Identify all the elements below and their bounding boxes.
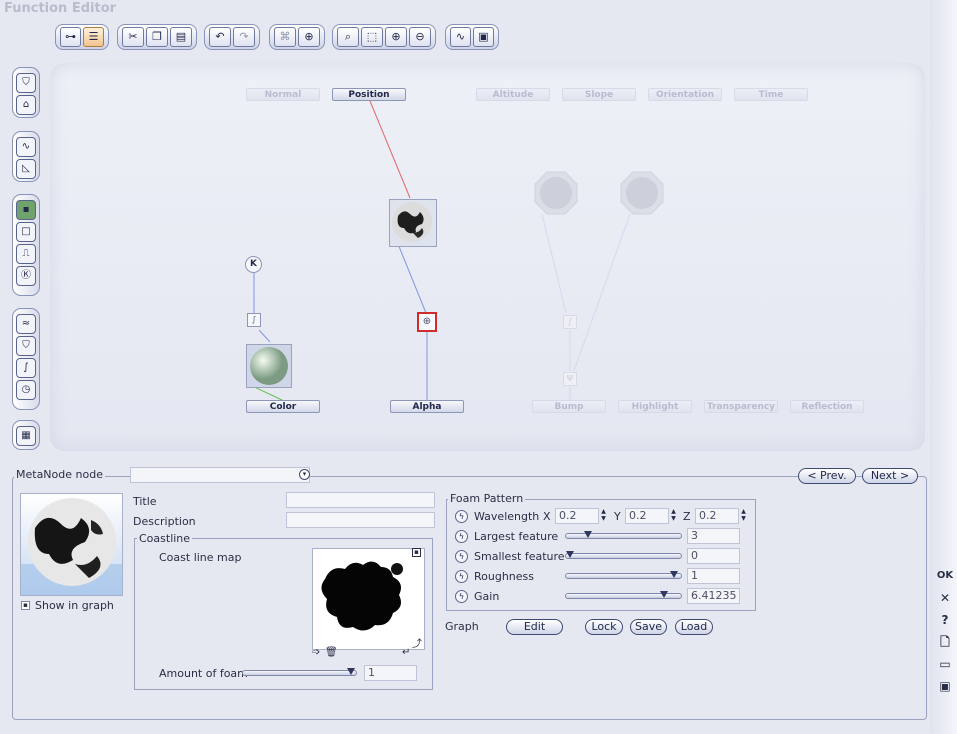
faint-filter-node[interactable]: Ψ — [563, 372, 577, 386]
output-pin-highlight[interactable]: Highlight — [618, 400, 692, 413]
wavelength-y-spinner[interactable]: ▲ ▼ — [670, 508, 677, 523]
output-pin-reflection[interactable]: Reflection — [790, 400, 864, 413]
coastline-group-title: Coastline — [137, 532, 193, 545]
description-input[interactable] — [286, 512, 435, 528]
faint-texture-node-1[interactable] — [533, 170, 579, 216]
gain-input[interactable]: 6.41235 — [687, 588, 740, 604]
wavelength-y-input[interactable]: 0.2 — [625, 508, 669, 524]
ok-button[interactable]: OK — [934, 565, 956, 587]
right-tools: OK ✕ ? 🗋 ▭ ▣ — [934, 565, 956, 697]
z-label: Z — [683, 510, 691, 523]
coast-line-map-image[interactable] — [312, 548, 425, 650]
foam-sphere-preview — [21, 498, 122, 595]
title-label: Title — [133, 495, 157, 508]
input-pin-altitude[interactable]: Altitude — [476, 88, 550, 101]
map-load-icon[interactable]: ➩ — [312, 647, 320, 658]
close-button[interactable]: ✕ — [934, 587, 956, 609]
map-options-icon[interactable]: ▪ — [412, 548, 421, 557]
chevron-down-icon[interactable]: ▾ — [299, 469, 310, 480]
input-pin-time[interactable]: Time — [734, 88, 808, 101]
save-disk-icon[interactable]: ▣ — [934, 675, 956, 697]
largest-feature-label: Largest feature — [474, 530, 559, 543]
slider-thumb[interactable] — [670, 571, 678, 578]
smallest-feature-label: Smallest feature — [474, 550, 565, 563]
help-button[interactable]: ? — [934, 609, 956, 631]
roughness-input[interactable]: 1 — [687, 568, 740, 584]
gain-lightning-icon[interactable]: ϟ — [455, 590, 468, 603]
link-position-to-texture — [369, 100, 411, 199]
trash-icon[interactable]: 🗑 — [325, 647, 338, 658]
smallest-feature-input[interactable]: 0 — [687, 548, 740, 564]
amount-of-foam-input[interactable]: 1 — [364, 665, 417, 681]
new-document-icon[interactable]: 🗋 — [934, 631, 956, 653]
x-label: X — [543, 510, 551, 523]
load-button[interactable]: Load — [675, 619, 713, 635]
prev-button[interactable]: < Prev. — [798, 468, 856, 484]
input-pin-slope[interactable]: Slope — [562, 88, 636, 101]
faint-texture-node-2[interactable] — [619, 170, 665, 216]
largest-feature-slider[interactable] — [565, 531, 682, 539]
roughness-label: Roughness — [474, 570, 535, 583]
constant-node[interactable]: K — [245, 256, 262, 273]
largest-feature-input[interactable]: 3 — [687, 528, 740, 544]
gain-slider[interactable] — [565, 591, 682, 599]
title-input[interactable] — [286, 492, 435, 508]
largest-feature-lightning-icon[interactable]: ϟ — [455, 530, 468, 543]
y-label: Y — [614, 510, 621, 523]
input-pin-orientation[interactable]: Orientation — [648, 88, 722, 101]
show-in-graph-label: Show in graph — [35, 599, 114, 612]
output-pin-color[interactable]: Color — [246, 400, 320, 413]
lock-button[interactable]: Lock — [585, 619, 623, 635]
coast-line-map-label: Coast line map — [159, 551, 242, 564]
output-pin-bump[interactable]: Bump — [532, 400, 606, 413]
link-func-to-sphere — [258, 329, 271, 343]
roughness-slider[interactable] — [565, 571, 682, 579]
faint-function-node[interactable]: ∫ — [563, 315, 577, 329]
slider-thumb[interactable] — [584, 531, 592, 538]
foam-pattern-group-title: Foam Pattern — [448, 492, 526, 505]
preview-thumbnail — [20, 493, 123, 596]
metanode-label: MetaNode node — [14, 468, 105, 481]
amount-of-foam-label: Amount of foam — [159, 667, 248, 680]
roughness-lightning-icon[interactable]: ϟ — [455, 570, 468, 583]
description-label: Description — [133, 515, 196, 528]
wavelength-z-input[interactable]: 0.2 — [695, 508, 739, 524]
function-node[interactable]: ∫ — [247, 313, 261, 327]
graph-label: Graph — [445, 620, 479, 633]
output-pin-alpha[interactable]: Alpha — [390, 400, 464, 413]
gain-label: Gain — [474, 590, 500, 603]
metanode-selected[interactable]: ⊕ — [417, 312, 437, 332]
wavelength-x-input[interactable]: 0.2 — [555, 508, 599, 524]
coast-line-map-preview — [321, 561, 403, 631]
color-sphere-node[interactable] — [246, 344, 292, 388]
open-folder-icon[interactable]: ▭ — [934, 653, 956, 675]
smallest-feature-slider[interactable] — [565, 551, 682, 559]
foam-sphere-thumbnail — [392, 202, 432, 242]
show-in-graph-checkbox[interactable]: ▪ — [21, 601, 30, 610]
wavelength-lightning-icon[interactable]: ϟ — [455, 510, 468, 523]
link-texture-to-metanode — [397, 243, 427, 314]
foam-texture-node[interactable] — [389, 199, 437, 247]
wavelength-label: Wavelength — [474, 510, 540, 523]
color-sphere-thumbnail — [250, 347, 288, 385]
wavelength-z-spinner[interactable]: ▲ ▼ — [740, 508, 747, 523]
slider-thumb[interactable] — [347, 668, 355, 675]
map-rotate-icon[interactable]: ⤴ — [412, 635, 422, 650]
link-faint-3 — [573, 213, 631, 372]
metanode-select[interactable] — [130, 467, 310, 483]
slider-thumb[interactable] — [660, 591, 668, 598]
wavelength-x-spinner[interactable]: ▲ ▼ — [600, 508, 607, 523]
output-pin-transparency[interactable]: Transparency — [704, 400, 778, 413]
map-return-icon[interactable]: ↵ — [402, 647, 410, 658]
input-pin-position[interactable]: Position — [332, 88, 406, 101]
input-pin-normal[interactable]: Normal — [246, 88, 320, 101]
slider-thumb[interactable] — [566, 551, 574, 558]
link-faint-1 — [541, 213, 567, 314]
smallest-feature-lightning-icon[interactable]: ϟ — [455, 550, 468, 563]
next-button[interactable]: Next > — [862, 468, 918, 484]
amount-of-foam-slider[interactable] — [242, 668, 357, 676]
edit-graph-button[interactable]: Edit — [506, 619, 563, 635]
save-button[interactable]: Save — [630, 619, 667, 635]
